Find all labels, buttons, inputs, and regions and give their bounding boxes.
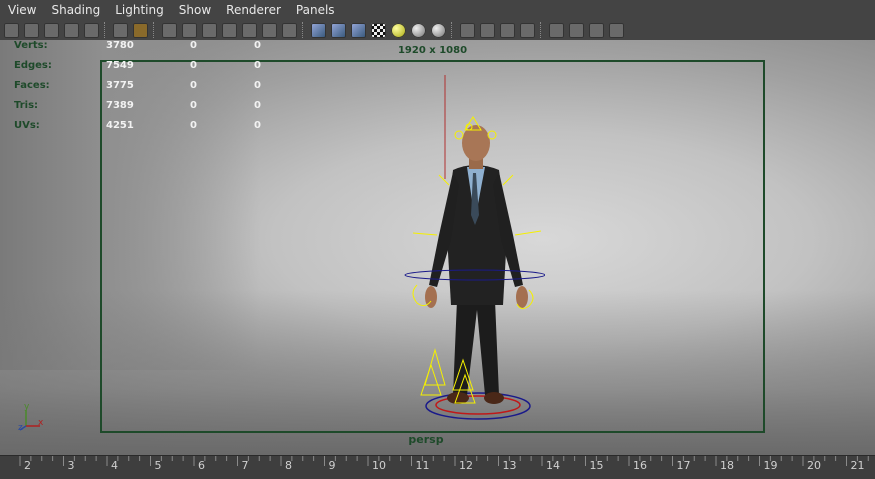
hud-value: 0 xyxy=(190,100,197,111)
hud-value: 4251 xyxy=(106,120,134,131)
xray-joints-icon[interactable] xyxy=(569,22,584,38)
safe-action-icon[interactable] xyxy=(262,22,277,38)
screen-space-ao-icon[interactable] xyxy=(431,22,446,38)
shadows-icon[interactable] xyxy=(411,22,426,38)
gate-mask-icon[interactable] xyxy=(222,22,237,38)
trousers xyxy=(453,300,499,395)
x-axis-label: x xyxy=(38,418,44,428)
hud-value: 0 xyxy=(190,120,197,131)
isolate-select-icon[interactable] xyxy=(520,22,535,38)
menu-panels[interactable]: Panels xyxy=(296,3,335,17)
hud-label: Edges: xyxy=(14,60,52,71)
frame-label: 8 xyxy=(285,459,292,472)
hud-label: Faces: xyxy=(14,80,50,91)
character-model[interactable] xyxy=(395,75,545,425)
hierarchy-icon[interactable] xyxy=(609,22,624,38)
menu-renderer[interactable]: Renderer xyxy=(226,3,281,17)
frame-label: 6 xyxy=(198,459,205,472)
time-slider[interactable]: 2 3 4 5 6 7 8 9 10 11 12 13 14 15 16 17 18 19 20 21 xyxy=(0,455,875,479)
resolution-gate-icon[interactable] xyxy=(202,22,217,38)
z-axis-label: z xyxy=(18,423,23,433)
hud-value: 0 xyxy=(254,120,261,131)
frame-label: 21 xyxy=(851,459,865,472)
two-d-pan-zoom-icon[interactable] xyxy=(113,22,128,38)
toolbar-separator xyxy=(104,22,110,38)
hud-value: 0 xyxy=(254,60,261,71)
hud-value: 0 xyxy=(190,40,197,51)
right-shoe xyxy=(484,392,504,404)
select-camera-icon[interactable] xyxy=(4,22,19,38)
frame-label: 17 xyxy=(677,459,691,472)
camera-name-label: persp xyxy=(408,433,444,446)
frame-label: 18 xyxy=(720,459,734,472)
toolbar-separator xyxy=(540,22,546,38)
film-gate-icon[interactable] xyxy=(182,22,197,38)
view-axis-gizmo: y z x xyxy=(18,402,44,433)
toolbar-separator xyxy=(302,22,308,38)
hud-value: 0 xyxy=(254,100,261,111)
frame-label: 3 xyxy=(68,459,75,472)
textured-icon[interactable] xyxy=(371,22,386,38)
menu-lighting[interactable]: Lighting xyxy=(115,3,164,17)
hud-value: 7549 xyxy=(106,60,134,71)
hud-value: 3780 xyxy=(106,40,134,51)
frame-label: 14 xyxy=(546,459,560,472)
motion-blur-icon[interactable] xyxy=(460,22,475,38)
bookmark-icon[interactable] xyxy=(64,22,79,38)
frame-label: 19 xyxy=(764,459,778,472)
hud-label: Tris: xyxy=(14,100,39,111)
depth-of-field-icon[interactable] xyxy=(500,22,515,38)
panel-menu-bar: View Shading Lighting Show Renderer Panels xyxy=(0,0,875,20)
hud-label: Verts: xyxy=(14,40,48,51)
hud-value: 3775 xyxy=(106,80,134,91)
smooth-shade-icon[interactable] xyxy=(331,22,346,38)
wireframe-icon[interactable] xyxy=(311,22,326,38)
toolbar-separator xyxy=(153,22,159,38)
use-all-lights-icon[interactable] xyxy=(391,22,406,38)
frame-label: 15 xyxy=(590,459,604,472)
time-ruler[interactable]: 2 3 4 5 6 7 8 9 10 11 12 13 14 15 16 17 18 19 20 21 xyxy=(0,456,875,479)
wireframe-on-shaded-icon[interactable] xyxy=(351,22,366,38)
panel-toolbar xyxy=(0,20,875,40)
menu-shading[interactable]: Shading xyxy=(51,3,100,17)
frame-label: 12 xyxy=(459,459,473,472)
root-ring-control[interactable] xyxy=(425,392,531,420)
grease-pencil-icon[interactable] xyxy=(133,22,148,38)
frame-label: 13 xyxy=(503,459,517,472)
grid-icon[interactable] xyxy=(162,22,177,38)
frame-label: 5 xyxy=(155,459,162,472)
hud-value: 0 xyxy=(190,60,197,71)
hud-value: 0 xyxy=(254,40,261,51)
multisample-aa-icon[interactable] xyxy=(480,22,495,38)
frame-label: 16 xyxy=(633,459,647,472)
frame-label: 7 xyxy=(242,459,249,472)
frame-label: 10 xyxy=(372,459,386,472)
backface-culling-icon[interactable] xyxy=(589,22,604,38)
image-plane-icon[interactable] xyxy=(84,22,99,38)
y-axis-label: y xyxy=(24,402,30,412)
menu-view[interactable]: View xyxy=(8,3,36,17)
perspective-viewport[interactable]: 1920 x 1080 Verts: 3780 0 0 Edges: 7549 0 0 Face… xyxy=(0,40,875,455)
toolbar-separator xyxy=(451,22,457,38)
frame-label: 4 xyxy=(111,459,118,472)
lock-camera-icon[interactable] xyxy=(24,22,39,38)
hud-label: UVs: xyxy=(14,120,40,131)
camera-attributes-icon[interactable] xyxy=(44,22,59,38)
hud-value: 7389 xyxy=(106,100,134,111)
hud-value: 0 xyxy=(190,80,197,91)
frame-label: 9 xyxy=(329,459,336,472)
frame-label: 11 xyxy=(416,459,430,472)
field-chart-icon[interactable] xyxy=(242,22,257,38)
menu-show[interactable]: Show xyxy=(179,3,211,17)
xray-icon[interactable] xyxy=(549,22,564,38)
frame-label: 20 xyxy=(807,459,821,472)
frame-label: 2 xyxy=(24,459,31,472)
hud-value: 0 xyxy=(254,80,261,91)
safe-title-icon[interactable] xyxy=(282,22,297,38)
